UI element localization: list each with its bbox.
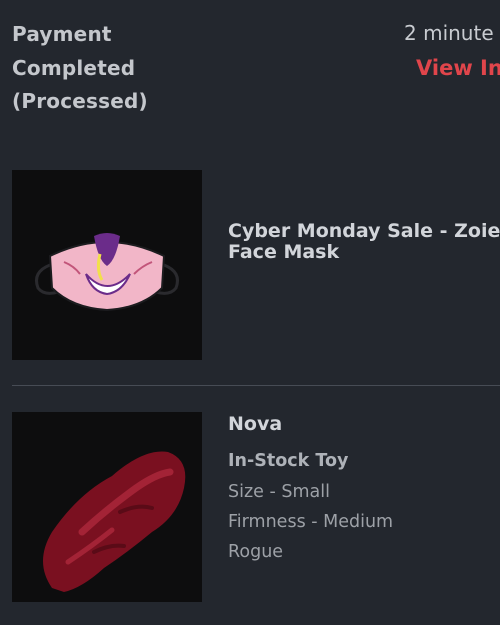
item-title[interactable]: Cyber Monday Sale - Zoie xyxy=(228,221,500,242)
toy-product-image[interactable] xyxy=(12,412,202,602)
item-divider xyxy=(12,385,500,386)
payment-status-label: Payment Completed (Processed) xyxy=(12,22,148,113)
item-title-continued[interactable]: Face Mask xyxy=(228,242,339,263)
item-option-firmness: Firmness - Medium xyxy=(228,512,394,532)
view-invoice-link[interactable]: View In xyxy=(416,54,500,82)
order-time: 2 minute xyxy=(404,21,494,45)
item-option-color: Rogue xyxy=(228,542,284,562)
item-option-size: Size - Small xyxy=(228,482,330,502)
item-title[interactable]: Nova xyxy=(228,414,282,435)
item-variant: In-Stock Toy xyxy=(228,451,349,471)
face-mask-product-image[interactable] xyxy=(12,170,202,360)
